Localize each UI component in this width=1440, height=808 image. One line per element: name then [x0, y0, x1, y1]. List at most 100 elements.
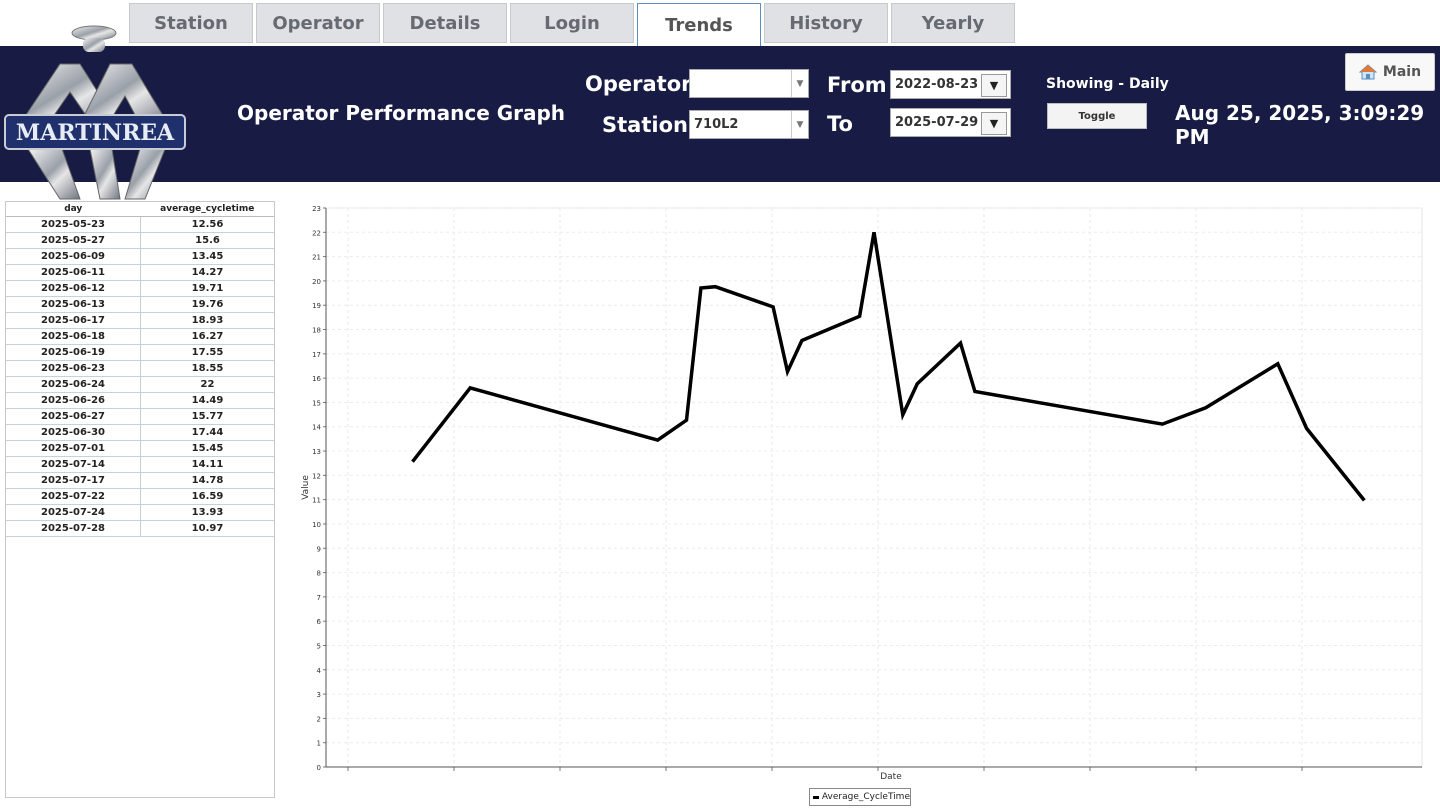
- table-row[interactable]: 2025-06-09 13.45: [6, 248, 274, 265]
- from-date-value: 2022-08-23: [895, 77, 979, 92]
- station-dropdown[interactable]: 710L2 ▼: [689, 110, 809, 139]
- tab-details[interactable]: Details: [383, 3, 507, 43]
- tab-login[interactable]: Login: [510, 3, 634, 43]
- table-row[interactable]: 2025-06-30 17.44: [6, 424, 274, 441]
- x-axis-label: Date: [880, 772, 902, 782]
- cell-day: 2025-05-23: [6, 216, 141, 233]
- table-row[interactable]: 2025-07-28 10.97: [6, 520, 274, 537]
- y-axis-label: Value: [301, 475, 311, 500]
- y-tick-label: 15: [312, 399, 321, 407]
- chevron-down-icon[interactable]: ▼: [981, 74, 1007, 97]
- data-table-panel[interactable]: day average_cycletime 2025-05-23 12.56 202…: [5, 201, 275, 798]
- operator-label: Operator: [585, 72, 692, 96]
- cell-day: 2025-06-12: [6, 280, 141, 297]
- y-tick-label: 4: [317, 667, 322, 675]
- table-row[interactable]: 2025-05-27 15.6: [6, 232, 274, 249]
- cell-average-cycletime: 10.97: [140, 520, 274, 537]
- cell-average-cycletime: 13.45: [140, 248, 274, 265]
- y-tick-label: 10: [312, 521, 321, 529]
- cell-average-cycletime: 18.93: [140, 312, 274, 329]
- y-tick-label: 1: [317, 740, 321, 748]
- table-row[interactable]: 2025-06-18 16.27: [6, 328, 274, 345]
- table-row[interactable]: 2025-07-24 13.93: [6, 504, 274, 521]
- showing-mode-label: Showing - Daily: [1046, 76, 1169, 92]
- performance-chart: 0 1 2 3 4 5 6 7 8 9 10 11 12 13 14 15 16 17 18 19 20 21 22 23 Da…: [290, 200, 1430, 800]
- cell-day: 2025-07-28: [6, 520, 141, 537]
- chart-svg: 01234567891011121314151617181920212223Da…: [301, 205, 1423, 782]
- cell-average-cycletime: 16.27: [140, 328, 274, 345]
- y-tick-label: 19: [312, 302, 321, 310]
- cell-average-cycletime: 12.56: [140, 216, 274, 233]
- table-row[interactable]: 2025-06-19 17.55: [6, 344, 274, 361]
- table-row[interactable]: 2025-06-13 19.76: [6, 296, 274, 313]
- table-row[interactable]: 2025-05-23 12.56: [6, 216, 274, 233]
- cell-day: 2025-06-13: [6, 296, 141, 313]
- legend-swatch: [813, 795, 819, 799]
- cell-average-cycletime: 18.55: [140, 360, 274, 377]
- table-row[interactable]: 2025-06-27 15.77: [6, 408, 274, 425]
- to-date-value: 2025-07-29: [895, 115, 979, 130]
- station-label: Station: [602, 113, 688, 137]
- cell-average-cycletime: 17.44: [140, 424, 274, 441]
- cell-day: 2025-07-22: [6, 488, 141, 505]
- table-row[interactable]: 2025-06-12 19.71: [6, 280, 274, 297]
- operator-dropdown[interactable]: ▼: [689, 69, 809, 98]
- table-row[interactable]: 2025-06-11 14.27: [6, 264, 274, 281]
- cell-day: 2025-07-17: [6, 472, 141, 489]
- tab-bar: Station Operator Details Login Trends History…: [129, 3, 1018, 46]
- y-tick-label: 6: [317, 618, 322, 626]
- from-date-picker[interactable]: 2022-08-23 ▼: [890, 70, 1011, 99]
- cell-day: 2025-07-14: [6, 456, 141, 473]
- y-tick-label: 13: [312, 448, 321, 456]
- table-row[interactable]: 2025-07-22 16.59: [6, 488, 274, 505]
- y-tick-label: 20: [312, 278, 321, 286]
- y-tick-label: 3: [317, 691, 321, 699]
- logo-text: MARTINREA: [16, 120, 175, 146]
- tab-history[interactable]: History: [764, 3, 888, 43]
- cell-average-cycletime: 15.6: [140, 232, 274, 249]
- table-row[interactable]: 2025-06-23 18.55: [6, 360, 274, 377]
- cell-day: 2025-06-27: [6, 408, 141, 425]
- martinrea-logo: MARTINREA: [4, 25, 186, 200]
- cell-average-cycletime: 22: [140, 376, 274, 393]
- cell-day: 2025-07-24: [6, 504, 141, 521]
- table-row[interactable]: 2025-06-26 14.49: [6, 392, 274, 409]
- y-tick-label: 17: [312, 351, 321, 359]
- tab-operator[interactable]: Operator: [256, 3, 380, 43]
- to-date-picker[interactable]: 2025-07-29 ▼: [890, 108, 1011, 137]
- column-header-average-cycletime[interactable]: average_cycletime: [140, 202, 274, 217]
- cell-average-cycletime: 14.11: [140, 456, 274, 473]
- table-row[interactable]: 2025-06-17 18.93: [6, 312, 274, 329]
- data-table: day average_cycletime 2025-05-23 12.56 202…: [6, 202, 274, 537]
- y-tick-label: 21: [312, 254, 321, 262]
- tab-yearly[interactable]: Yearly: [891, 3, 1015, 43]
- cell-average-cycletime: 19.76: [140, 296, 274, 313]
- table-row[interactable]: 2025-07-14 14.11: [6, 456, 274, 473]
- table-row[interactable]: 2025-07-17 14.78: [6, 472, 274, 489]
- column-header-day[interactable]: day: [6, 202, 141, 217]
- y-tick-label: 12: [312, 472, 321, 480]
- page-title: Operator Performance Graph: [237, 101, 566, 125]
- y-tick-label: 11: [312, 497, 321, 505]
- cell-day: 2025-06-24: [6, 376, 141, 393]
- table-row[interactable]: 2025-06-24 22: [6, 376, 274, 393]
- table-row[interactable]: 2025-07-01 15.45: [6, 440, 274, 457]
- cell-day: 2025-06-19: [6, 344, 141, 361]
- main-button[interactable]: Main: [1345, 53, 1435, 91]
- cell-average-cycletime: 17.55: [140, 344, 274, 361]
- from-label: From: [827, 73, 887, 97]
- y-tick-label: 0: [317, 764, 321, 772]
- cell-day: 2025-06-18: [6, 328, 141, 345]
- to-label: To: [827, 112, 853, 136]
- tab-trends[interactable]: Trends: [637, 3, 761, 46]
- chart-legend: Average_CycleTime: [809, 788, 911, 806]
- y-tick-label: 16: [312, 375, 321, 383]
- cell-average-cycletime: 13.93: [140, 504, 274, 521]
- y-tick-label: 9: [317, 545, 321, 553]
- y-tick-label: 8: [317, 570, 321, 578]
- plot-area: [325, 207, 1423, 768]
- chevron-down-icon: ▼: [791, 111, 808, 138]
- cell-day: 2025-06-11: [6, 264, 141, 281]
- chevron-down-icon[interactable]: ▼: [981, 112, 1007, 135]
- toggle-button[interactable]: Toggle: [1047, 103, 1147, 129]
